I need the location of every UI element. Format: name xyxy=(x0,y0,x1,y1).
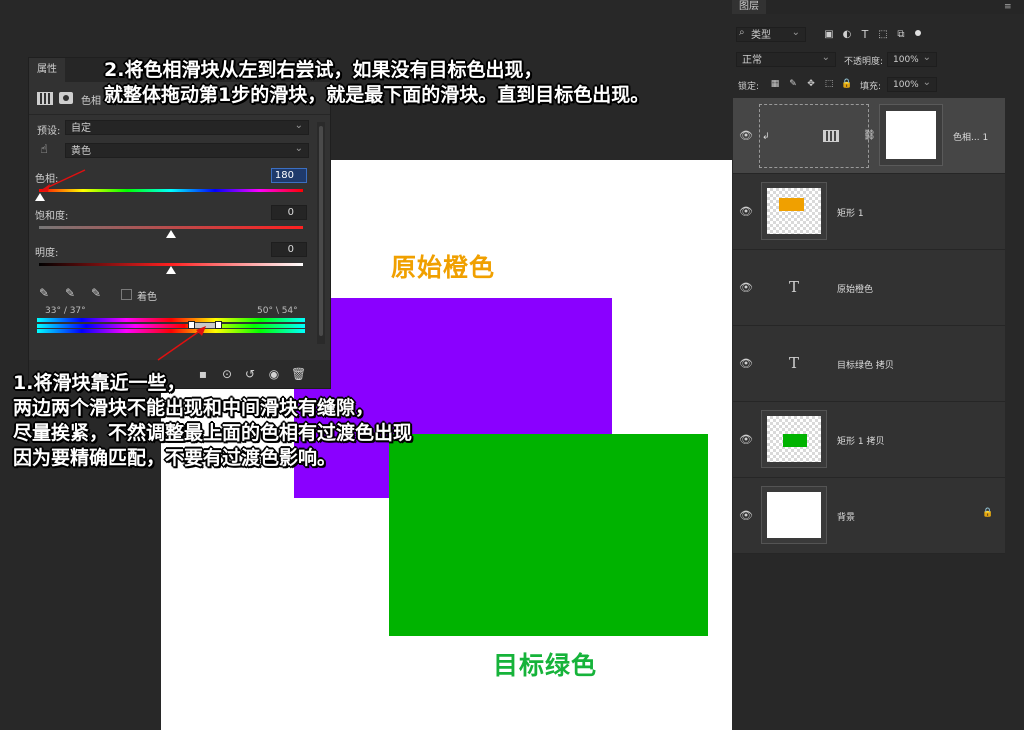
layer-row-original-orange[interactable]: 👁 T 原始橙色 xyxy=(733,250,1005,326)
layer-name[interactable]: 目标绿色 拷贝 xyxy=(837,358,894,371)
reset-icon[interactable]: ↺ xyxy=(243,367,257,381)
range-right-readout: 50° \ 54° xyxy=(257,306,298,316)
link-icon[interactable]: ⛓ xyxy=(863,130,876,141)
divider xyxy=(29,114,330,115)
visibility-eye-icon[interactable]: 👁 xyxy=(739,509,753,523)
filter-pixel-icon[interactable]: ▣ xyxy=(822,28,836,42)
hue-saturation-adjustment-icon[interactable] xyxy=(37,92,53,105)
layer-mask-thumbnail[interactable] xyxy=(879,104,943,166)
panel-menu-icon[interactable]: ≡ xyxy=(1004,2,1012,12)
annotation-arrows xyxy=(40,169,206,361)
saturation-value-input[interactable]: 0 xyxy=(271,205,307,220)
search-icon: ⌕ xyxy=(739,27,745,38)
fill-input[interactable]: 100% xyxy=(887,75,937,92)
filter-shape-icon[interactable]: ⬚ xyxy=(876,28,890,42)
blend-mode-dropdown[interactable]: 正常 xyxy=(736,50,836,67)
layer-thumbnail[interactable] xyxy=(761,182,827,240)
filter-adjustment-icon[interactable]: ◐ xyxy=(840,28,854,42)
step1-line2: 两边两个滑块不能出现和中间滑块有缝隙， xyxy=(13,397,375,419)
lock-transparent-icon[interactable]: ▦ xyxy=(768,77,782,91)
visibility-eye-icon[interactable]: 👁 xyxy=(739,129,753,143)
lightness-value-input[interactable]: 0 xyxy=(271,242,307,257)
layer-filter-kind[interactable]: 类型 xyxy=(736,25,806,42)
hue-value-input[interactable]: 180 xyxy=(271,168,307,183)
lock-artboard-icon[interactable]: ⬚ xyxy=(822,77,836,91)
filter-text-icon[interactable]: T xyxy=(858,28,872,42)
text-layer-icon: T xyxy=(789,278,800,296)
layers-tabbar xyxy=(732,0,1024,14)
green-rectangle xyxy=(389,434,708,636)
visibility-eye-icon[interactable]: 👁 xyxy=(739,281,753,295)
original-orange-text: 原始橙色 xyxy=(391,253,496,282)
filter-toggle-icon[interactable] xyxy=(915,30,921,36)
fill-label: 填充: xyxy=(860,82,882,92)
trash-icon[interactable]: 🗑 xyxy=(291,367,306,381)
step2-line1: 2.将色相滑块从左到右尝试，如果没有目标色出现， xyxy=(104,59,543,81)
lock-image-icon[interactable]: ✎ xyxy=(786,77,800,91)
layer-lock-icon: 🔒 xyxy=(982,508,994,518)
layer-row-background[interactable]: 👁 背景 🔒 xyxy=(733,478,1005,554)
target-green-text: 目标绿色 xyxy=(493,651,598,680)
layer-thumbnail[interactable] xyxy=(761,486,827,544)
opacity-input[interactable]: 100% xyxy=(887,50,937,67)
adjustment-selection-frame xyxy=(759,104,869,168)
mask-icon[interactable] xyxy=(59,92,73,104)
step2-line2: 就整体拖动第1步的滑块，就是最下面的滑块。直到目标色出现。 xyxy=(104,84,650,106)
lock-label: 锁定: xyxy=(738,82,760,92)
preset-label: 预设: xyxy=(37,126,61,137)
layer-row-target-green-copy[interactable]: 👁 T 目标绿色 拷贝 xyxy=(733,326,1005,402)
hue-saturation-adjustment-icon xyxy=(823,130,839,142)
properties-header-label: 色相 xyxy=(81,96,101,107)
arrow-head-range xyxy=(196,326,206,336)
preset-dropdown[interactable]: 自定 xyxy=(65,118,309,135)
channel-dropdown[interactable]: 黄色 xyxy=(65,141,309,158)
arrow-to-range-slider xyxy=(157,327,205,361)
visibility-eye-icon[interactable]: ◉ xyxy=(267,367,281,381)
step1-line1: 1.将滑块靠近一些， xyxy=(13,372,186,394)
lock-position-icon[interactable]: ✥ xyxy=(804,77,818,91)
tab-layers[interactable]: 图层 xyxy=(732,0,766,14)
targeted-adjustment-hand-icon[interactable]: ☝ xyxy=(37,142,51,156)
layer-name[interactable]: 色相... 1 xyxy=(953,130,988,143)
layer-name[interactable]: 背景 xyxy=(837,510,855,523)
text-layer-icon: T xyxy=(789,354,800,372)
layer-row-hue-saturation[interactable]: 👁 ↲ ⛓ 色相... 1 xyxy=(733,98,1005,174)
layer-row-rectangle-1[interactable]: 👁 矩形 1 xyxy=(733,174,1005,250)
layer-name[interactable]: 原始橙色 xyxy=(837,282,873,295)
visibility-eye-icon[interactable]: 👁 xyxy=(739,205,753,219)
opacity-label: 不透明度: xyxy=(844,57,884,67)
tab-properties[interactable]: 属性 xyxy=(29,58,65,82)
visibility-eye-icon[interactable]: 👁 xyxy=(739,433,753,447)
lock-all-icon[interactable]: 🔒 xyxy=(840,77,854,91)
layer-name[interactable]: 矩形 1 xyxy=(837,206,864,219)
clipping-arrow-icon: ↲ xyxy=(762,132,770,142)
arrow-head-hue xyxy=(40,184,50,192)
layer-name[interactable]: 矩形 1 拷贝 xyxy=(837,434,884,447)
layer-thumbnail[interactable] xyxy=(761,410,827,468)
layer-row-rectangle-1-copy[interactable]: 👁 矩形 1 拷贝 xyxy=(733,402,1005,478)
step1-line3: 尽量挨紧，不然调整最上面的色相有过渡色出现 xyxy=(13,422,413,444)
step1-line4: 因为要精确匹配，不要有过渡色影响。 xyxy=(13,447,337,469)
filter-smart-object-icon[interactable]: ⧉ xyxy=(894,28,908,42)
visibility-eye-icon[interactable]: 👁 xyxy=(739,357,753,371)
properties-scrollbar[interactable] xyxy=(317,122,325,344)
layers-panel: 图层 ≡ 类型 ⌕ ▣ ◐ T ⬚ ⧉ 正常 不透明度: 100% 锁定: ▦ … xyxy=(732,0,1024,730)
